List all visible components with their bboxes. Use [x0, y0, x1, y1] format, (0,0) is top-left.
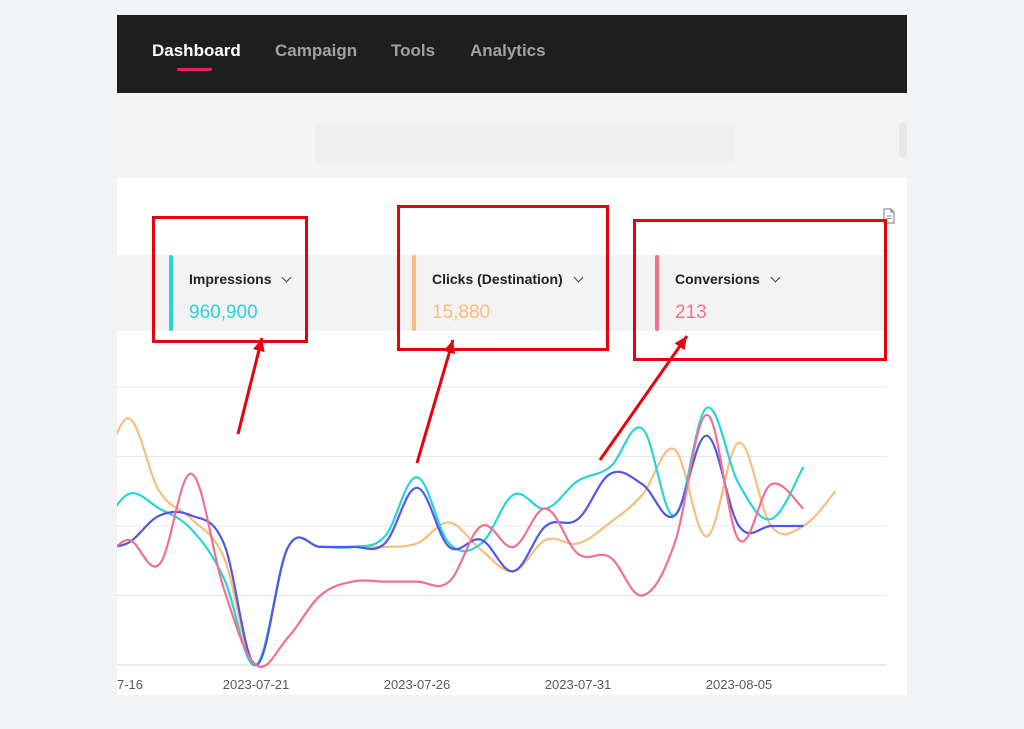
top-nav: Dashboard Campaign Tools Analytics: [117, 15, 907, 93]
tab-tools[interactable]: Tools: [391, 41, 435, 61]
tab-campaign[interactable]: Campaign: [275, 41, 357, 61]
chart-series: [117, 406, 837, 668]
x-tick-label: 2023-07-21: [223, 677, 290, 692]
tab-analytics[interactable]: Analytics: [470, 41, 546, 61]
highlight-box-impressions: [152, 216, 308, 343]
filter-placeholder: [315, 123, 735, 163]
filter-bar: [117, 93, 907, 178]
trend-line-chart: 7-16 2023-07-21 2023-07-26 2023-07-31 2023-0…: [117, 386, 887, 692]
x-axis-ticks: 7-16 2023-07-21 2023-07-26 2023-07-31 2023-0…: [117, 677, 772, 692]
x-tick-label: 7-16: [117, 677, 143, 692]
app-window: Dashboard Campaign Tools Analytics Impre…: [117, 15, 907, 695]
series-line-3: [117, 413, 805, 668]
filter-scroll-handle[interactable]: [899, 123, 907, 157]
tab-dashboard[interactable]: Dashboard: [152, 41, 241, 61]
highlight-box-conversions: [633, 219, 887, 361]
x-tick-label: 2023-07-31: [545, 677, 612, 692]
active-tab-indicator: [177, 68, 212, 71]
x-tick-label: 2023-08-05: [706, 677, 773, 692]
x-tick-label: 2023-07-26: [384, 677, 451, 692]
highlight-box-clicks: [397, 205, 609, 351]
